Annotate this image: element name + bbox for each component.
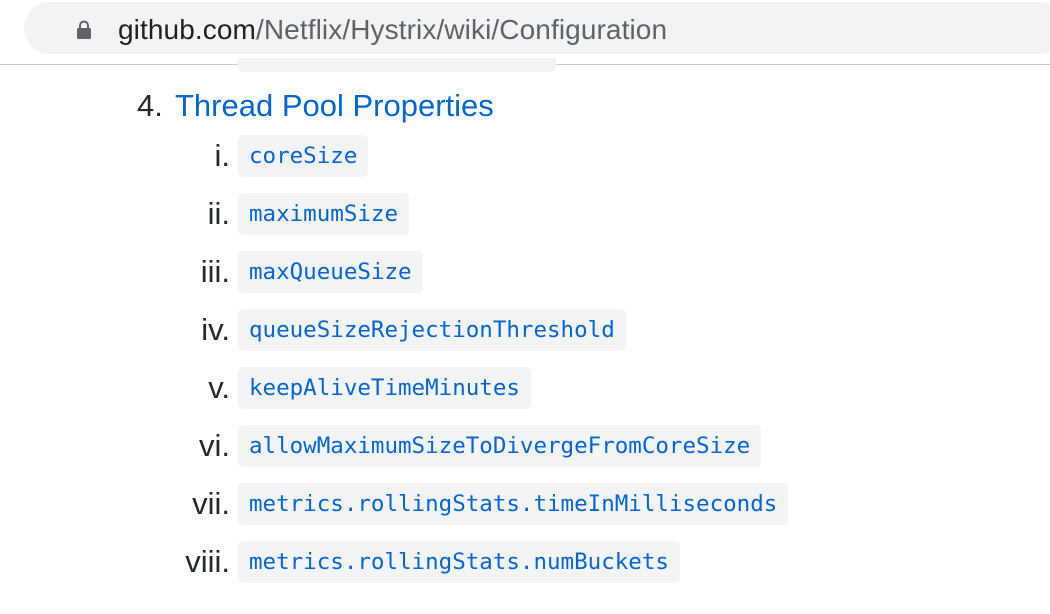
list-item: v. keepAliveTimeMinutes <box>0 367 1050 411</box>
list-numeral: vii. <box>192 486 230 521</box>
list-item: viii. metrics.rollingStats.numBuckets <box>0 541 1050 585</box>
property-link[interactable]: metrics.rollingStats.timeInMilliseconds <box>238 483 789 525</box>
url-text[interactable]: github.com/Netflix/Hystrix/wiki/Configur… <box>118 12 667 48</box>
list-item: iii. maxQueueSize <box>0 251 1050 295</box>
list-item: ii. maximumSize <box>0 193 1050 237</box>
list-item: i. coreSize <box>0 135 1050 179</box>
section-number: 4. <box>137 88 163 123</box>
section-title-link[interactable]: Thread Pool Properties <box>175 86 494 126</box>
list-numeral: ii. <box>207 196 230 231</box>
list-item: vi. allowMaximumSizeToDivergeFromCoreSiz… <box>0 425 1050 469</box>
list-numeral: v. <box>208 370 230 405</box>
property-link[interactable]: maximumSize <box>238 193 410 235</box>
list-numeral: vi. <box>199 428 230 463</box>
list-item: vii. metrics.rollingStats.timeInMillisec… <box>0 483 1050 527</box>
address-bar[interactable]: github.com/Netflix/Hystrix/wiki/Configur… <box>24 2 1050 54</box>
url-path: /Netflix/Hystrix/wiki/Configuration <box>255 14 668 45</box>
browser-toolbar: github.com/Netflix/Hystrix/wiki/Configur… <box>0 0 1050 65</box>
partial-code-chip <box>238 58 556 72</box>
property-link[interactable]: coreSize <box>238 135 369 177</box>
property-link[interactable]: queueSizeRejectionThreshold <box>238 309 626 351</box>
url-host: github.com <box>118 14 256 45</box>
property-link[interactable]: maxQueueSize <box>238 251 423 293</box>
list-numeral: iv. <box>201 312 230 347</box>
lock-icon[interactable] <box>76 20 92 40</box>
list-numeral: iii. <box>200 254 230 289</box>
list-numeral: i. <box>214 138 231 173</box>
property-link[interactable]: allowMaximumSizeToDivergeFromCoreSize <box>238 425 762 467</box>
property-link[interactable]: metrics.rollingStats.numBuckets <box>238 541 680 583</box>
list-numeral: viii. <box>185 544 230 579</box>
property-link[interactable]: keepAliveTimeMinutes <box>238 367 531 409</box>
list-item: iv. queueSizeRejectionThreshold <box>0 309 1050 353</box>
